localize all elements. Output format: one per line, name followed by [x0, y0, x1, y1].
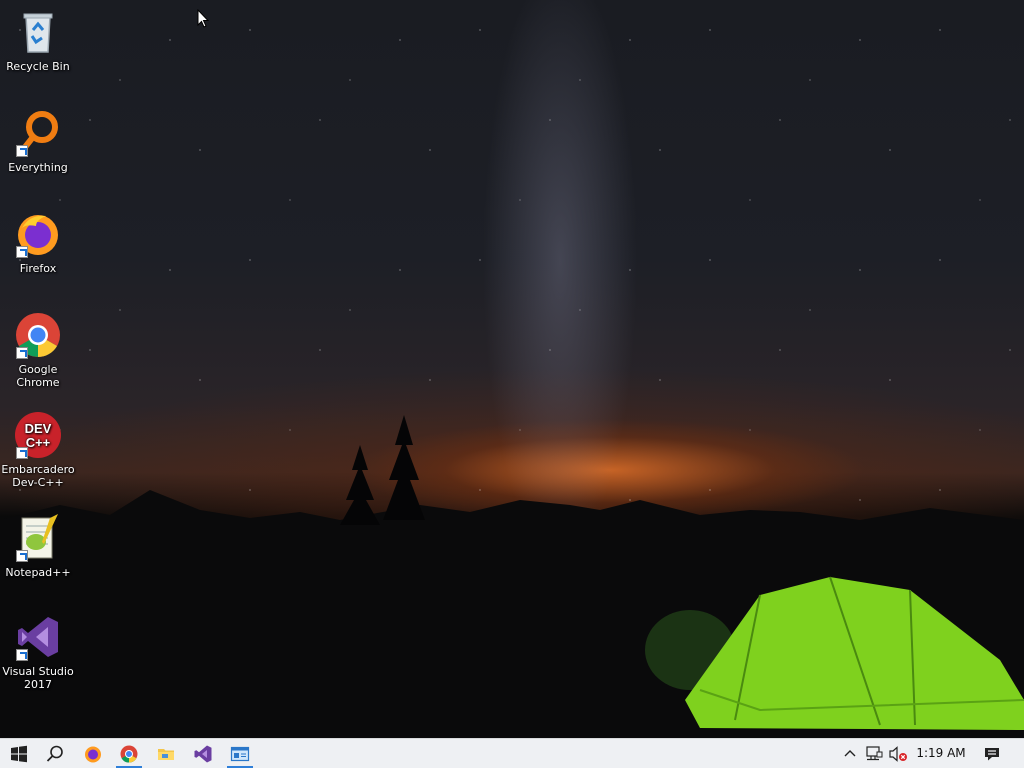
window-app-icon	[230, 746, 250, 761]
icon-label: Google Chrome	[16, 363, 60, 389]
firefox-icon	[85, 746, 101, 762]
search-button[interactable]	[36, 739, 74, 768]
desktop-icon-everything[interactable]: Everything	[0, 109, 76, 174]
desktop-icon-google-chrome[interactable]: Google Chrome	[0, 311, 76, 389]
network-status[interactable]	[862, 739, 886, 768]
shortcut-arrow-icon	[16, 347, 28, 359]
search-icon	[46, 745, 63, 762]
taskbar-firefox[interactable]	[74, 739, 112, 768]
recycle-bin-icon	[23, 13, 53, 53]
network-icon	[866, 745, 883, 760]
chrome-icon	[120, 745, 138, 763]
icon-label: Embarcadero Dev-C++	[1, 463, 75, 489]
taskbar-visual-studio[interactable]	[184, 739, 222, 768]
desktop-icon-recycle-bin[interactable]: Recycle Bin	[0, 8, 76, 73]
icon-label: Visual Studio 2017	[2, 665, 74, 691]
desktop-icon-notepad-plus-plus[interactable]: Notepad++	[0, 514, 76, 579]
mouse-cursor-icon	[197, 9, 209, 28]
volume-control[interactable]	[886, 739, 910, 768]
landscape-silhouette	[0, 415, 1024, 738]
icon-label: Everything	[8, 161, 68, 174]
visual-studio-icon	[194, 745, 212, 762]
taskbar-app-window[interactable]	[221, 739, 259, 768]
desktop-wallpaper	[0, 0, 1024, 738]
windows-logo-icon	[11, 745, 27, 762]
shortcut-arrow-icon	[16, 649, 28, 661]
chevron-up-icon	[844, 749, 856, 756]
shortcut-arrow-icon	[16, 145, 28, 157]
folder-icon	[158, 748, 174, 760]
shortcut-arrow-icon	[16, 447, 28, 459]
show-hidden-icons-button[interactable]	[840, 739, 860, 768]
icon-label: Recycle Bin	[6, 60, 70, 73]
taskbar-file-explorer[interactable]	[147, 739, 185, 768]
shortcut-arrow-icon	[16, 246, 28, 258]
volume-muted-icon	[889, 745, 907, 762]
desktop-icon-visual-studio[interactable]: Visual Studio 2017	[0, 613, 76, 691]
action-center-button[interactable]	[978, 739, 1006, 768]
icon-label: Firefox	[19, 262, 57, 275]
system-clock[interactable]: 1:19 AM	[912, 739, 970, 768]
taskbar-chrome[interactable]	[110, 739, 148, 768]
icon-label: Notepad++	[5, 566, 71, 579]
desktop-icon-firefox[interactable]: Firefox	[0, 210, 76, 275]
shortcut-arrow-icon	[16, 550, 28, 562]
svg-text:C++: C++	[26, 435, 51, 450]
desktop-icon-dev-cpp[interactable]: DEV C++ Embarcadero Dev-C++	[0, 411, 76, 489]
action-center-icon	[985, 747, 999, 760]
start-button[interactable]	[0, 739, 38, 768]
svg-text:DEV: DEV	[25, 421, 52, 436]
taskbar: 1:19 AM	[0, 738, 1024, 768]
